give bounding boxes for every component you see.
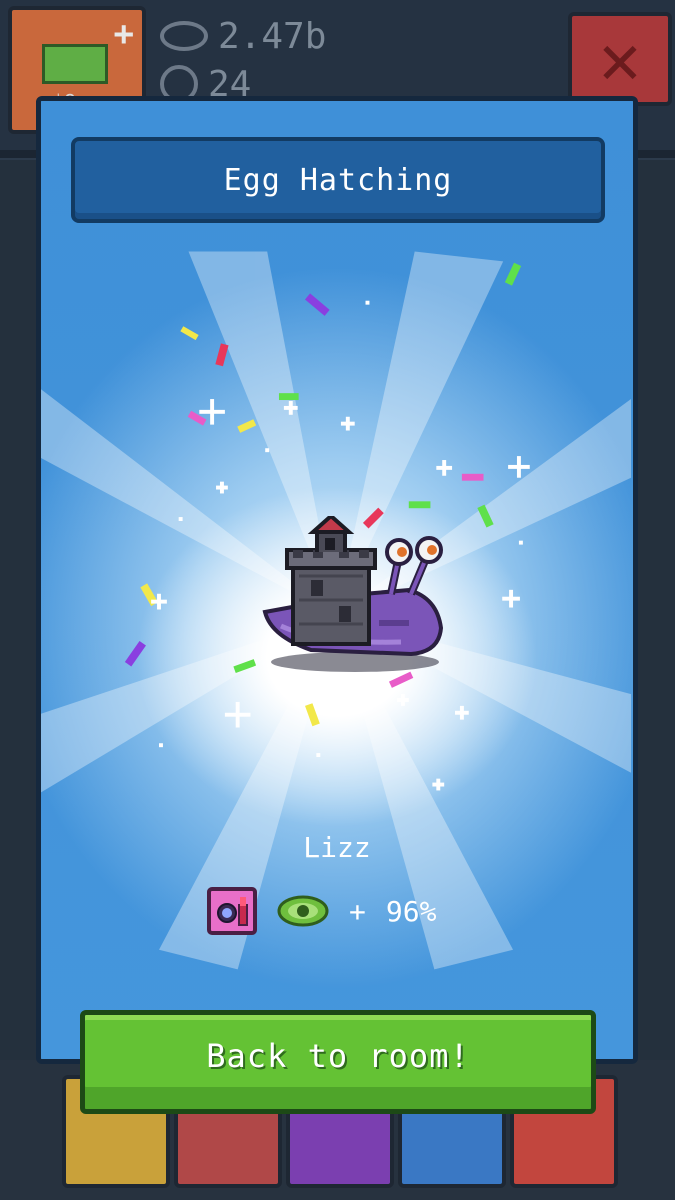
views-eye-icon: [277, 895, 329, 927]
back-to-room-button[interactable]: Back to room!: [80, 1010, 596, 1114]
left-room-edge: [0, 160, 40, 1060]
bonus-value: 96%: [385, 894, 437, 928]
views-value: 2.47b: [218, 15, 327, 57]
pet-name: Lizz: [303, 831, 371, 864]
plus-icon: +: [113, 14, 134, 54]
bonus-prefix: +: [349, 894, 366, 928]
close-button[interactable]: ✕: [568, 12, 672, 106]
right-room-edge: [635, 160, 675, 1060]
pet-bonus-row: + 96%: [207, 883, 436, 939]
snail-pet-sprite: [262, 516, 444, 672]
eye-icon: [160, 21, 208, 51]
close-icon: ✕: [598, 18, 642, 100]
views-stat: 2.47b: [160, 15, 327, 57]
makeup-icon: [207, 887, 257, 935]
egg-hatching-dialog: Egg Hatching Lizz + 96%: [36, 96, 638, 1064]
cash-icon: [42, 44, 108, 84]
